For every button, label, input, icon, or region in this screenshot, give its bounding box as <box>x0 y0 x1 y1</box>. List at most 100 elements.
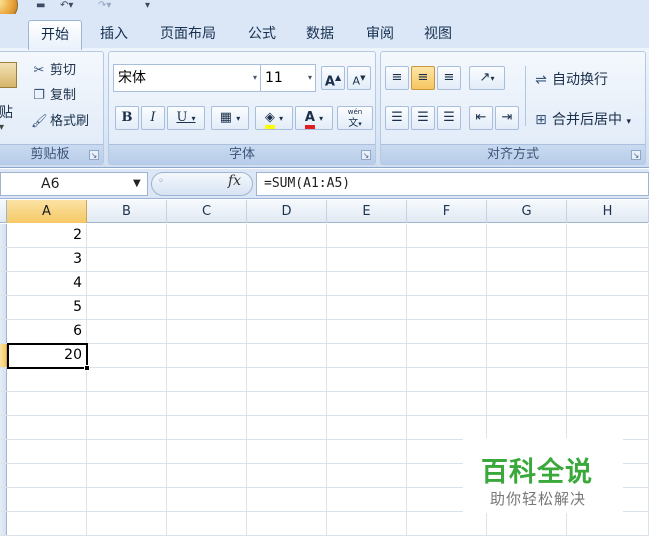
cell-c[interactable] <box>167 296 247 319</box>
row-header[interactable] <box>0 464 7 487</box>
column-header-e[interactable]: E <box>327 200 407 223</box>
cell-g[interactable] <box>487 344 567 367</box>
name-box-dropdown-icon[interactable]: ▼ <box>133 178 141 189</box>
column-header-f[interactable]: F <box>407 200 487 223</box>
cell-d[interactable] <box>247 344 327 367</box>
column-header-b[interactable]: B <box>87 200 167 223</box>
borders-button[interactable]: ▦ ▾ <box>211 106 249 130</box>
cell-e[interactable] <box>327 440 407 463</box>
tab-page-layout[interactable]: 页面布局 <box>150 20 226 50</box>
cell-f[interactable] <box>407 272 487 295</box>
cell-b[interactable] <box>87 464 167 487</box>
cell-g[interactable] <box>487 368 567 391</box>
row-header[interactable] <box>0 344 7 367</box>
cell-h[interactable] <box>567 296 649 319</box>
cell-f[interactable] <box>407 224 487 247</box>
cell-d[interactable] <box>247 416 327 439</box>
cell-a[interactable]: 5 <box>7 296 87 319</box>
cell-c[interactable] <box>167 416 247 439</box>
cell-f[interactable] <box>407 344 487 367</box>
save-icon[interactable]: ▬ <box>36 0 45 11</box>
tab-formulas[interactable]: 公式 <box>240 20 284 50</box>
cell-a[interactable]: 3 <box>7 248 87 271</box>
font-size-combo[interactable]: 11 ▾ <box>260 64 316 92</box>
cell-d[interactable] <box>247 320 327 343</box>
cell-a[interactable]: 20 <box>7 344 87 367</box>
cell-a[interactable] <box>7 392 87 415</box>
name-box[interactable]: A6 <box>0 172 148 196</box>
cell-e[interactable] <box>327 344 407 367</box>
customize-qat-icon[interactable]: ▾ <box>145 0 150 11</box>
cell-f[interactable] <box>407 512 487 535</box>
redo-icon[interactable]: ↷▾ <box>98 0 111 11</box>
cell-b[interactable] <box>87 368 167 391</box>
bold-button[interactable]: B <box>115 106 139 130</box>
select-all-corner[interactable] <box>0 200 7 223</box>
cell-g[interactable] <box>487 392 567 415</box>
row-header[interactable] <box>0 272 7 295</box>
paste-button[interactable]: 贴 <box>0 102 13 122</box>
cell-e[interactable] <box>327 464 407 487</box>
tab-review[interactable]: 审阅 <box>358 20 402 50</box>
row-header[interactable] <box>0 224 7 247</box>
align-bottom-button[interactable]: ≡ <box>437 66 461 90</box>
cell-h[interactable] <box>567 368 649 391</box>
cell-c[interactable] <box>167 224 247 247</box>
cell-a[interactable] <box>7 368 87 391</box>
cell-c[interactable] <box>167 272 247 295</box>
cell-a[interactable]: 2 <box>7 224 87 247</box>
align-right-button[interactable]: ☰ <box>437 106 461 130</box>
cell-h[interactable] <box>567 224 649 247</box>
cell-a[interactable] <box>7 464 87 487</box>
shrink-font-button[interactable]: A▼ <box>347 66 371 90</box>
cell-e[interactable] <box>327 392 407 415</box>
cell-f[interactable] <box>407 392 487 415</box>
align-middle-button[interactable]: ≡ <box>411 66 435 90</box>
copy-button[interactable]: ❐ 复制 <box>31 84 76 103</box>
align-left-button[interactable]: ☰ <box>385 106 409 130</box>
cell-d[interactable] <box>247 368 327 391</box>
phonetic-guide-button[interactable]: wén 文▾ <box>337 106 373 130</box>
cell-a[interactable]: 4 <box>7 272 87 295</box>
paste-dropdown-icon[interactable]: ▾ <box>0 122 4 133</box>
cell-d[interactable] <box>247 488 327 511</box>
cell-e[interactable] <box>327 296 407 319</box>
format-painter-button[interactable]: 🖌 格式刷 <box>31 110 89 129</box>
cell-c[interactable] <box>167 488 247 511</box>
cell-e[interactable] <box>327 416 407 439</box>
cell-e[interactable] <box>327 368 407 391</box>
cell-g[interactable] <box>487 296 567 319</box>
cell-b[interactable] <box>87 416 167 439</box>
decrease-indent-button[interactable]: ⇤ <box>469 106 493 130</box>
font-color-button[interactable]: A ▾ <box>295 106 333 130</box>
cell-d[interactable] <box>247 512 327 535</box>
cell-b[interactable] <box>87 224 167 247</box>
cell-b[interactable] <box>87 440 167 463</box>
alignment-launcher-icon[interactable]: ↘ <box>631 150 641 160</box>
row-header[interactable] <box>0 440 7 463</box>
fill-color-button[interactable]: ◈ ▾ <box>255 106 293 130</box>
tab-data[interactable]: 数据 <box>298 20 342 50</box>
column-header-a[interactable]: A <box>7 200 87 223</box>
formula-input[interactable]: =SUM(A1:A5) <box>256 172 649 196</box>
cell-d[interactable] <box>247 224 327 247</box>
cell-h[interactable] <box>567 392 649 415</box>
row-header[interactable] <box>0 416 7 439</box>
cell-f[interactable] <box>407 296 487 319</box>
cell-b[interactable] <box>87 512 167 535</box>
column-header-h[interactable]: H <box>567 200 649 223</box>
cell-g[interactable] <box>487 320 567 343</box>
cell-a[interactable] <box>7 512 87 535</box>
cell-e[interactable] <box>327 320 407 343</box>
cell-b[interactable] <box>87 296 167 319</box>
cell-a[interactable]: 6 <box>7 320 87 343</box>
italic-button[interactable]: I <box>141 106 165 130</box>
tab-insert[interactable]: 插入 <box>92 20 136 50</box>
increase-indent-button[interactable]: ⇥ <box>495 106 519 130</box>
cell-d[interactable] <box>247 392 327 415</box>
tab-home[interactable]: 开始 <box>28 20 82 50</box>
cell-e[interactable] <box>327 248 407 271</box>
underline-button[interactable]: U ▾ <box>167 106 205 130</box>
cell-h[interactable] <box>567 320 649 343</box>
cell-g[interactable] <box>487 248 567 271</box>
